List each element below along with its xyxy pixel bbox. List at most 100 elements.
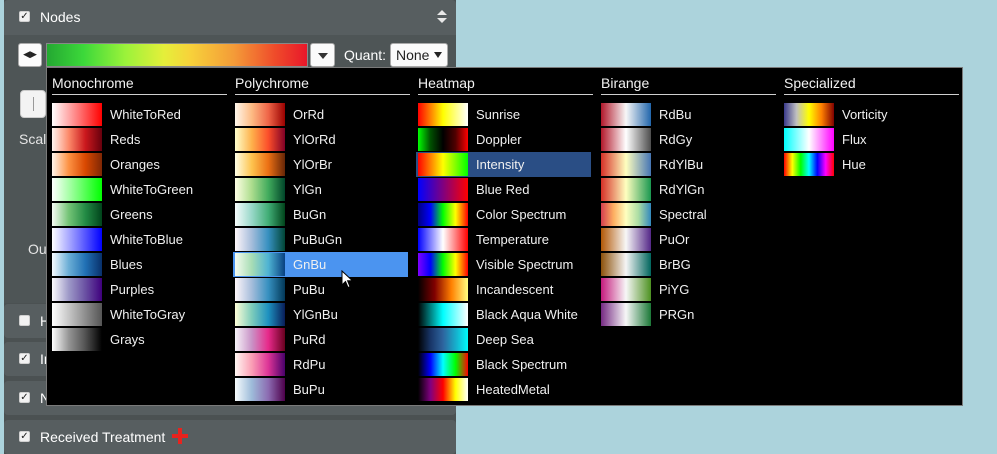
gradient-item-rdylgn[interactable]: RdYlGn (599, 177, 774, 202)
section-received-treatment[interactable]: ✓ Received Treatment (4, 420, 456, 454)
gradient-item-rdbu[interactable]: RdBu (599, 102, 774, 127)
slider-knob[interactable] (20, 90, 46, 118)
nodes-checkbox[interactable]: ✓ (19, 11, 30, 22)
gradient-item-spectral[interactable]: Spectral (599, 202, 774, 227)
gradient-dropdown-button[interactable] (310, 43, 335, 67)
gradient-swatch (784, 153, 834, 176)
quant-select[interactable]: None (390, 43, 448, 67)
gradient-swatch (601, 203, 651, 226)
gradient-item-reds[interactable]: Reds (50, 127, 225, 152)
gradient-swatch (52, 153, 102, 176)
gradient-item-prgn[interactable]: PRGn (599, 302, 774, 327)
flip-gradient-button[interactable]: ◀▶ (18, 43, 42, 67)
gradient-item-piyg[interactable]: PiYG (599, 277, 774, 302)
gradient-swatch (52, 178, 102, 201)
gradient-item-label: GnBu (293, 257, 327, 272)
gradient-item-intensity[interactable]: Intensity (416, 152, 591, 177)
gradient-item-greens[interactable]: Greens (50, 202, 225, 227)
gradient-swatch (235, 378, 285, 401)
gradient-item-label: YlGnBu (293, 307, 338, 322)
gradient-item-orrd[interactable]: OrRd (233, 102, 408, 127)
gradient-swatch (784, 103, 834, 126)
caret-down-icon (434, 52, 442, 58)
gradient-item-whitetogray[interactable]: WhiteToGray (50, 302, 225, 327)
gradient-item-deep-sea[interactable]: Deep Sea (416, 327, 591, 352)
gradient-item-ylgn[interactable]: YlGn (233, 177, 408, 202)
gradient-item-black-aqua-white[interactable]: Black Aqua White (416, 302, 591, 327)
gradient-item-black-spectrum[interactable]: Black Spectrum (416, 352, 591, 377)
gradient-item-brbg[interactable]: BrBG (599, 252, 774, 277)
gradient-item-rdgy[interactable]: RdGy (599, 127, 774, 152)
gradient-item-doppler[interactable]: Doppler (416, 127, 591, 152)
gradient-swatch (235, 278, 285, 301)
gradient-item-puor[interactable]: PuOr (599, 227, 774, 252)
gradient-item-rdylbu[interactable]: RdYlBu (599, 152, 774, 177)
column-header: Specialized (784, 75, 959, 95)
gradient-swatch (235, 253, 285, 276)
gradient-item-label: Grays (110, 332, 145, 347)
section-in-checkbox[interactable]: ✓ (19, 353, 30, 364)
gradient-item-gnbu[interactable]: GnBu (233, 252, 408, 277)
quant-select-value: None (396, 47, 430, 63)
gradient-item-hue[interactable]: Hue (782, 152, 957, 177)
gradient-item-pubugn[interactable]: PuBuGn (233, 227, 408, 252)
gradient-swatch (235, 153, 285, 176)
gradient-item-visible-spectrum[interactable]: Visible Spectrum (416, 252, 591, 277)
gradient-item-label: BuGn (293, 207, 327, 222)
current-gradient-bar[interactable] (46, 43, 308, 67)
gradient-item-whitetoblue[interactable]: WhiteToBlue (50, 227, 225, 252)
gradient-item-blues[interactable]: Blues (50, 252, 225, 277)
gradient-item-ylgnbu[interactable]: YlGnBu (233, 302, 408, 327)
gradient-item-label: Black Spectrum (476, 357, 568, 372)
gradient-swatch (235, 178, 285, 201)
gradient-item-rdpu[interactable]: RdPu (233, 352, 408, 377)
gradient-item-pubu[interactable]: PuBu (233, 277, 408, 302)
mouse-cursor-icon (341, 270, 354, 289)
section-h-checkbox[interactable] (19, 315, 30, 326)
gradient-item-incandescent[interactable]: Incandescent (416, 277, 591, 302)
gradient-item-ylorbr[interactable]: YlOrBr (233, 152, 408, 177)
gradient-swatch (784, 128, 834, 151)
quant-label: Quant: (344, 47, 387, 63)
gradient-item-oranges[interactable]: Oranges (50, 152, 225, 177)
gradient-item-label: Visible Spectrum (476, 257, 574, 272)
gradient-item-color-spectrum[interactable]: Color Spectrum (416, 202, 591, 227)
gradient-item-sunrise[interactable]: Sunrise (416, 102, 591, 127)
column-header: Heatmap (418, 75, 593, 95)
gradient-item-label: WhiteToGreen (110, 182, 194, 197)
gradient-swatch (601, 303, 651, 326)
scale-label: Scal (19, 131, 47, 147)
gradient-swatch (418, 103, 468, 126)
gradient-item-temperature[interactable]: Temperature (416, 227, 591, 252)
gradient-item-bupu[interactable]: BuPu (233, 377, 408, 402)
gradient-item-bugn[interactable]: BuGn (233, 202, 408, 227)
gradient-item-whitetored[interactable]: WhiteToRed (50, 102, 225, 127)
gradient-item-label: Blue Red (476, 182, 530, 197)
nodes-section-header[interactable]: ✓ Nodes (4, 0, 456, 35)
red-cross-icon (172, 428, 188, 444)
section-n-checkbox[interactable]: ✓ (19, 392, 30, 403)
gradient-item-ylorrd[interactable]: YlOrRd (233, 127, 408, 152)
gradient-item-whitetogreen[interactable]: WhiteToGreen (50, 177, 225, 202)
gradient-swatch (418, 328, 468, 351)
gradient-item-blue-red[interactable]: Blue Red (416, 177, 591, 202)
gradient-item-label: Deep Sea (476, 332, 534, 347)
gradient-item-label: RdYlGn (659, 182, 705, 197)
gradient-item-grays[interactable]: Grays (50, 327, 225, 352)
gradient-item-label: Color Spectrum (476, 207, 567, 222)
gradient-item-heatedmetal[interactable]: HeatedMetal (416, 377, 591, 402)
received-treatment-checkbox[interactable]: ✓ (19, 431, 30, 442)
gradient-item-label: RdBu (659, 107, 692, 122)
gradient-item-vorticity[interactable]: Vorticity (782, 102, 957, 127)
gradient-swatch (418, 128, 468, 151)
gradient-item-purples[interactable]: Purples (50, 277, 225, 302)
gradient-swatch (601, 128, 651, 151)
gradient-item-label: Doppler (476, 132, 522, 147)
gradient-item-flux[interactable]: Flux (782, 127, 957, 152)
gradient-item-label: BrBG (659, 257, 691, 272)
gradient-item-label: HeatedMetal (476, 382, 550, 397)
gradient-item-purd[interactable]: PuRd (233, 327, 408, 352)
gradient-swatch (601, 103, 651, 126)
sort-icon[interactable] (437, 10, 447, 24)
gradient-swatch (601, 178, 651, 201)
